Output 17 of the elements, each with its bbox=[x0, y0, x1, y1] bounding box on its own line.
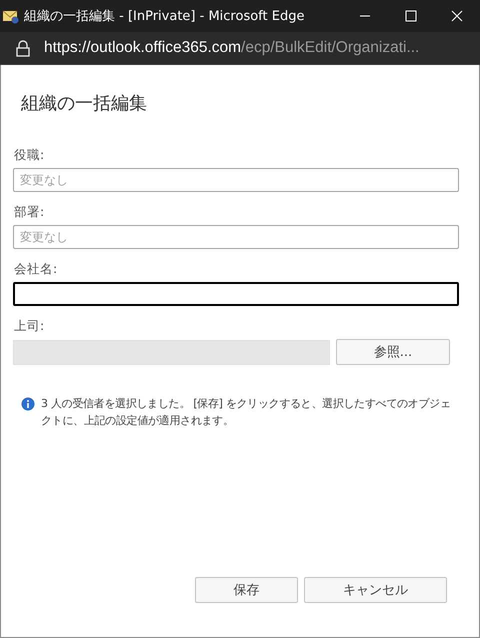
info-icon bbox=[21, 397, 35, 411]
save-button[interactable]: 保存 bbox=[195, 577, 298, 603]
mail-icon bbox=[2, 8, 20, 24]
lock-icon bbox=[16, 40, 30, 56]
cancel-button[interactable]: キャンセル bbox=[304, 577, 447, 603]
maximize-icon bbox=[405, 10, 417, 22]
window-title: 組織の一括編集 - [InPrivate] - Microsoft Edge bbox=[24, 8, 306, 25]
input-field[interactable]: 変更なし bbox=[13, 168, 459, 192]
close-icon bbox=[451, 10, 463, 22]
field-label: 会社名: bbox=[14, 261, 58, 278]
field-label: 上司: bbox=[14, 318, 44, 335]
info-message: 3 人の受信者を選択しました。 [保存] をクリックすると、選択したすべてのオブジェクトに、上記の設定値が適用されます。 bbox=[41, 396, 452, 429]
dialog-heading: 組織の一括編集 bbox=[21, 92, 148, 115]
input-field[interactable]: 変更なし bbox=[13, 225, 459, 249]
input-field[interactable] bbox=[13, 282, 459, 306]
field-label: 役職: bbox=[14, 147, 44, 164]
field-label: 部署: bbox=[14, 204, 44, 221]
